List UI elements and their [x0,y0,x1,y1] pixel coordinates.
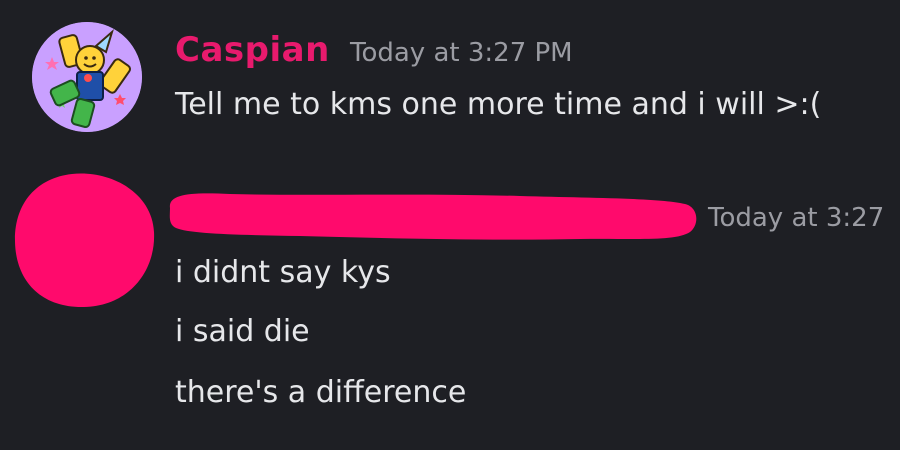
message-text: Tell me to kms one more time and i will … [175,87,822,122]
avatar[interactable] [32,22,142,132]
message-text: i didnt say kys [175,255,391,290]
redacted-avatar [14,173,155,308]
message-timestamp: Today at 3:27 PM [350,38,573,68]
message-timestamp: Today at 3:27 [708,203,885,233]
message-text: i said die [175,314,310,349]
redacted-author-name [169,193,697,240]
author-name[interactable]: Caspian [175,30,330,70]
message-text: there's a difference [175,375,467,410]
cartoon-character-avatar-icon [32,22,142,132]
